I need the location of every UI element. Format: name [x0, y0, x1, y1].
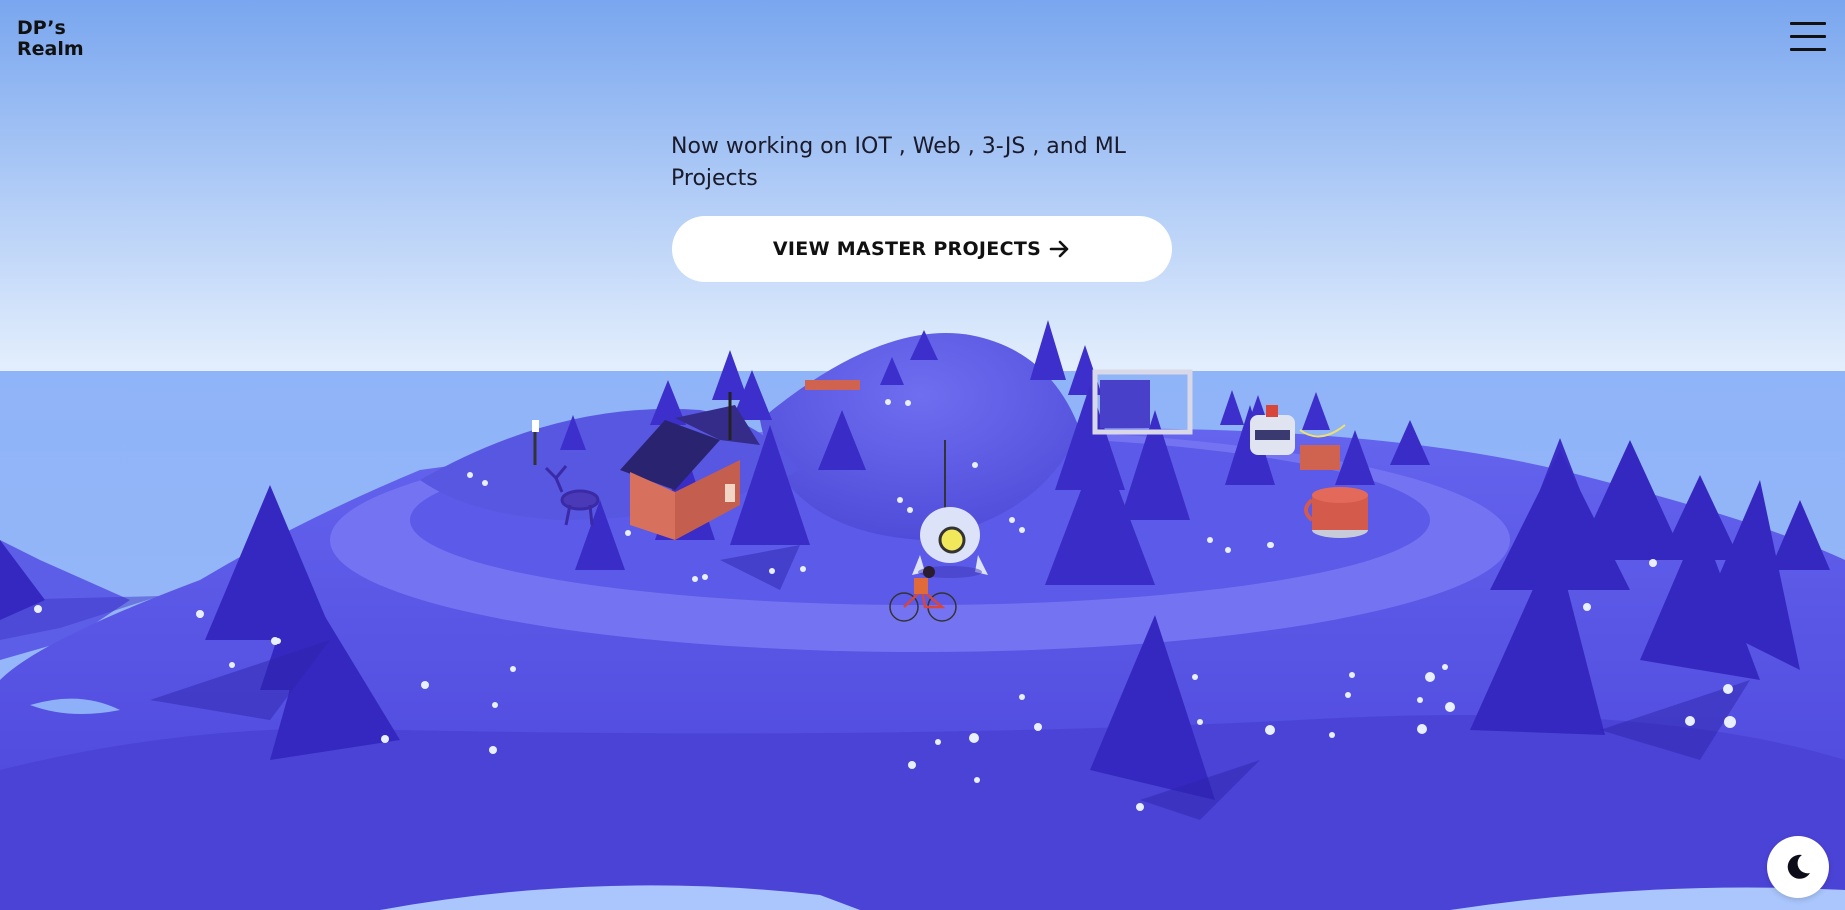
moon-icon: [1787, 854, 1810, 879]
arrow-right-icon: [1049, 240, 1069, 258]
theme-toggle-button[interactable]: [1767, 836, 1829, 898]
view-master-projects-button[interactable]: VIEW MASTER PROJECTS: [672, 216, 1172, 282]
logo-line-1: DP’s: [17, 17, 66, 39]
site-logo[interactable]: DP’s Realm: [17, 18, 84, 60]
cta-label: VIEW MASTER PROJECTS: [772, 238, 1042, 260]
hero-subtitle: Now working on IOT , Web , 3-JS , and ML…: [671, 134, 1126, 191]
logo-line-2: Realm: [17, 38, 84, 60]
hamburger-menu-icon[interactable]: [1790, 22, 1826, 52]
